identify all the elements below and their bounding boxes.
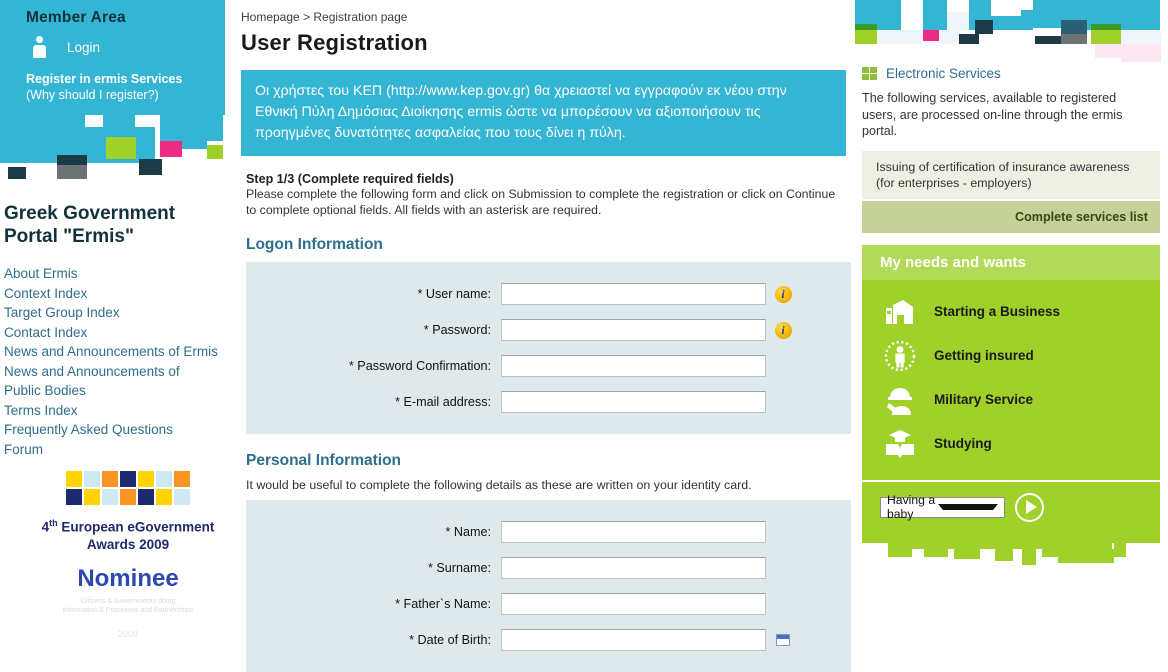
personal-form-panel: * Name: * Surname: * Father`s Name: * Da… [246, 500, 851, 672]
right-sidebar: Electronic Services The following servic… [855, 0, 1168, 656]
portal-title: Greek Government Portal "Ermis" [4, 203, 176, 247]
factory-icon [880, 299, 920, 325]
page-root: Member Area Login Register in ermis Serv… [0, 0, 1168, 672]
register-block[interactable]: Register in ermis Services (Why should I… [26, 71, 221, 103]
date-of-birth-input[interactable] [501, 629, 766, 651]
insurance-person-icon [880, 340, 920, 372]
label-username: * User name: [417, 287, 492, 301]
field-row-surname: * Surname: [246, 550, 851, 586]
my-needs-panel: My needs and wants Starting a Business G… [862, 244, 1160, 533]
sidebar-item-news-ermis[interactable]: News and Announcements of Ermis [4, 342, 219, 362]
graduate-book-icon [880, 429, 920, 459]
password-confirmation-input[interactable] [501, 355, 766, 377]
award-year: 2009 [117, 628, 139, 639]
password-input[interactable] [501, 319, 766, 341]
field-row-email: * E-mail address: [246, 384, 851, 420]
logon-form-panel: * User name: i * Password: i * Password … [246, 262, 851, 434]
member-area-box: Member Area Login Register in ermis Serv… [0, 0, 225, 115]
field-row-fathers-name: * Father`s Name: [246, 586, 851, 622]
my-needs-title: My needs and wants [862, 244, 1160, 280]
my-needs-list: Starting a Business Getting insured Mili… [862, 280, 1160, 478]
need-label: Studying [934, 436, 992, 451]
field-row-username: * User name: i [246, 276, 851, 312]
personal-section-title: Personal Information [246, 452, 402, 469]
register-link[interactable]: Register in ermis Services [26, 71, 221, 87]
info-icon[interactable]: i [774, 321, 792, 339]
personal-section-note: It would be useful to complete the follo… [246, 478, 752, 492]
logon-section-title: Logon Information [246, 236, 383, 253]
main-content: Homepage > Registration page User Regist… [235, 0, 855, 672]
label-email: * E-mail address: [395, 395, 491, 409]
sidebar-nav: About Ermis Context Index Target Group I… [4, 264, 219, 459]
need-item-military-service[interactable]: Military Service [862, 378, 1160, 422]
label-name: * Name: [445, 525, 492, 539]
label-password-confirmation: * Password Confirmation: [348, 359, 491, 373]
soldier-icon [880, 385, 920, 415]
need-item-studying[interactable]: Studying [862, 422, 1160, 466]
why-register-link[interactable]: (Why should I register?) [26, 87, 221, 103]
sidebar-item-target-group-index[interactable]: Target Group Index [4, 303, 219, 323]
needs-dropdown-value: Having a baby [887, 493, 936, 521]
award-title: 4th European eGovernment Awards 2009 [41, 518, 215, 552]
label-password: * Password: [423, 323, 491, 337]
password-hint[interactable]: i [766, 321, 800, 339]
date-picker-button[interactable] [766, 634, 800, 646]
right-mosaic-decoration [855, 0, 1168, 62]
page-title: User Registration [241, 30, 428, 55]
label-fathers-name: * Father`s Name: [395, 597, 491, 611]
chevron-down-icon [937, 504, 998, 510]
calendar-icon[interactable] [776, 634, 790, 646]
fathers-name-input[interactable] [501, 593, 766, 615]
electronic-services-header: Electronic Services [862, 66, 1168, 81]
field-row-date-of-birth: * Date of Birth: [246, 622, 851, 658]
need-item-starting-a-business[interactable]: Starting a Business [862, 290, 1160, 334]
email-input[interactable] [501, 391, 766, 413]
login-link[interactable]: Login [32, 36, 100, 58]
needs-selector-row: Having a baby [862, 479, 1160, 533]
breadcrumb[interactable]: Homepage > Registration page [241, 10, 843, 24]
sidebar-item-about-ermis[interactable]: About Ermis [4, 264, 219, 284]
sidebar-item-forum[interactable]: Forum [4, 440, 219, 460]
play-arrow-icon [1025, 500, 1037, 514]
award-fineprint: Citizens & Governments doing information … [62, 597, 194, 614]
left-sidebar: Member Area Login Register in ermis Serv… [0, 0, 235, 656]
left-mosaic-decoration [0, 115, 235, 180]
award-nominee-label: Nominee [77, 564, 179, 592]
grid-squares-icon [862, 66, 877, 81]
sidebar-item-news-public-bodies[interactable]: News and Announcements of Public Bodies [4, 362, 219, 401]
label-date-of-birth: * Date of Birth: [409, 633, 491, 647]
sidebar-item-faq[interactable]: Frequently Asked Questions [4, 420, 219, 440]
field-row-name: * Name: [246, 514, 851, 550]
needs-dropdown[interactable]: Having a baby [880, 493, 1005, 521]
user-icon [32, 36, 47, 58]
award-badge: 4th European eGovernment Awards 2009 Nom… [38, 471, 218, 639]
electronic-services-description: The following services, available to reg… [862, 91, 1123, 138]
need-label: Getting insured [934, 348, 1034, 363]
notice-banner: Οι χρήστες του ΚΕΠ (http://www.kep.gov.g… [241, 70, 846, 156]
username-hint[interactable]: i [766, 285, 800, 303]
label-surname: * Surname: [428, 561, 491, 575]
sidebar-item-context-index[interactable]: Context Index [4, 284, 219, 304]
electronic-services-label: Electronic Services [886, 66, 1001, 81]
complete-services-list-link[interactable]: Complete services list [862, 200, 1160, 233]
sidebar-item-contact-index[interactable]: Contact Index [4, 323, 219, 343]
step-heading: Step 1/3 (Complete required fields) [246, 172, 454, 186]
service-list-item[interactable]: Issuing of certification of insurance aw… [862, 150, 1160, 199]
surname-input[interactable] [501, 557, 766, 579]
bottom-mosaic-decoration [862, 532, 1160, 573]
award-color-grid [66, 471, 190, 505]
member-area-title: Member Area [26, 9, 126, 26]
step-instructions: Please complete the following form and c… [246, 187, 836, 217]
sidebar-item-terms-index[interactable]: Terms Index [4, 401, 219, 421]
need-label: Military Service [934, 392, 1034, 407]
field-row-password-confirmation: * Password Confirmation: [246, 348, 851, 384]
needs-go-button[interactable] [1015, 492, 1044, 522]
field-row-password: * Password: i [246, 312, 851, 348]
username-input[interactable] [501, 283, 766, 305]
login-label: Login [67, 39, 101, 55]
info-icon[interactable]: i [774, 285, 792, 303]
need-item-getting-insured[interactable]: Getting insured [862, 334, 1160, 378]
need-label: Starting a Business [934, 304, 1061, 319]
name-input[interactable] [501, 521, 766, 543]
